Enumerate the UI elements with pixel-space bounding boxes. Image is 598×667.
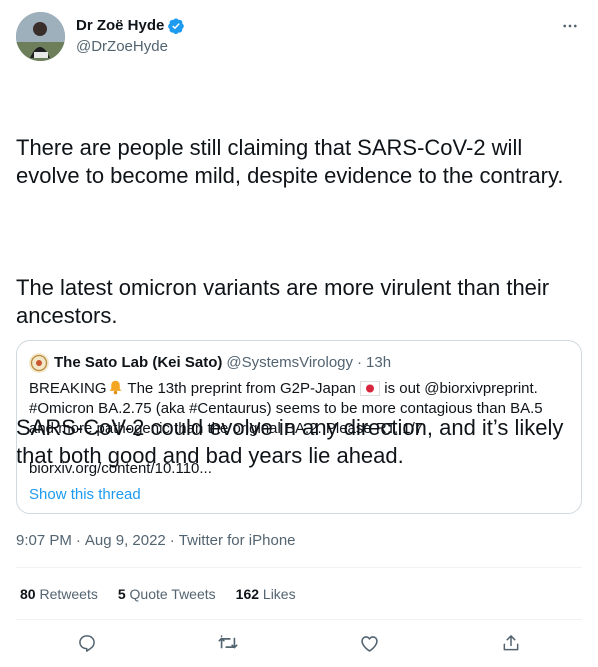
retweets-stat[interactable]: 80 Retweets [20, 584, 98, 604]
quoted-text-breaking: BREAKING [29, 380, 107, 397]
author-name[interactable]: Dr Zoë Hyde [76, 16, 164, 36]
quote-tweets-count: 5 [117, 586, 126, 602]
author-name-row[interactable]: Dr Zoë Hyde [76, 16, 185, 36]
author-avatar[interactable] [16, 12, 65, 61]
retweet-icon [218, 635, 238, 649]
likes-count: 162 [235, 586, 260, 602]
likes-label: Likes [262, 586, 296, 602]
share-icon [503, 635, 519, 651]
bell-emoji-icon [109, 380, 121, 395]
retweets-label: Retweets [39, 586, 98, 602]
meta-separator: · [169, 532, 175, 549]
quoted-tweet-text: BREAKING The 13th preprint from G2P-Japa… [29, 379, 569, 439]
tweet-header: Dr Zoë Hyde @DrZoeHyde [16, 12, 582, 62]
share-button[interactable] [496, 628, 526, 658]
quoted-text-part: The 13th preprint from G2P-Japan [123, 380, 356, 397]
quoted-author-handle: @SystemsVirology [226, 354, 354, 371]
quote-tweets-stat[interactable]: 5 Quote Tweets [118, 584, 216, 604]
meta-separator: · [75, 532, 81, 549]
reply-button[interactable] [72, 628, 102, 658]
author-handle[interactable]: @DrZoeHyde [76, 37, 185, 57]
show-thread-link[interactable]: Show this thread [29, 485, 569, 505]
quoted-text-part: is out @biorxivpreprint. [380, 380, 538, 397]
quoted-tweet-header: The Sato Lab (Kei Sato) @SystemsVirology… [29, 353, 569, 373]
divider [16, 567, 582, 568]
japan-flag-emoji-icon [360, 381, 381, 396]
author-names: Dr Zoë Hyde @DrZoeHyde [76, 16, 185, 57]
tweet-actions [16, 628, 582, 658]
quoted-link[interactable]: biorxiv.org/content/10.110... [29, 459, 569, 479]
tweet-date[interactable]: Aug 9, 2022 [85, 531, 166, 551]
quote-tweets-label: Quote Tweets [129, 586, 216, 602]
like-icon [360, 635, 378, 652]
quoted-author-avatar [29, 353, 49, 373]
retweet-button[interactable] [213, 628, 243, 658]
quoted-text-line: #Omicron BA.2.75 (aka #Centaurus) seems … [29, 400, 543, 437]
quoted-time: 13h [366, 354, 392, 371]
verified-badge-icon [168, 18, 185, 35]
quoted-tweet[interactable]: The Sato Lab (Kei Sato) @SystemsVirology… [16, 340, 582, 514]
reply-icon [79, 635, 95, 652]
tweet-paragraph: The latest omicron variants are more vir… [16, 275, 556, 328]
tweet-stats: 80 Retweets 5 Quote Tweets 162 Likes [20, 584, 296, 604]
quoted-author-name: The Sato Lab (Kei Sato) [54, 354, 223, 371]
more-icon [563, 24, 577, 28]
like-button[interactable] [354, 628, 384, 658]
quoted-separator: · [357, 354, 363, 371]
likes-stat[interactable]: 162 Likes [236, 584, 296, 604]
divider [16, 619, 582, 620]
tweet-time[interactable]: 9:07 PM [16, 531, 72, 551]
tweet-paragraph: There are people still claiming that SAR… [16, 135, 564, 188]
more-options-button[interactable] [558, 14, 582, 38]
tweet-source[interactable]: Twitter for iPhone [179, 531, 296, 551]
retweets-count: 80 [20, 586, 36, 602]
tweet-meta: 9:07 PM · Aug 9, 2022 · Twitter for iPho… [16, 531, 296, 551]
